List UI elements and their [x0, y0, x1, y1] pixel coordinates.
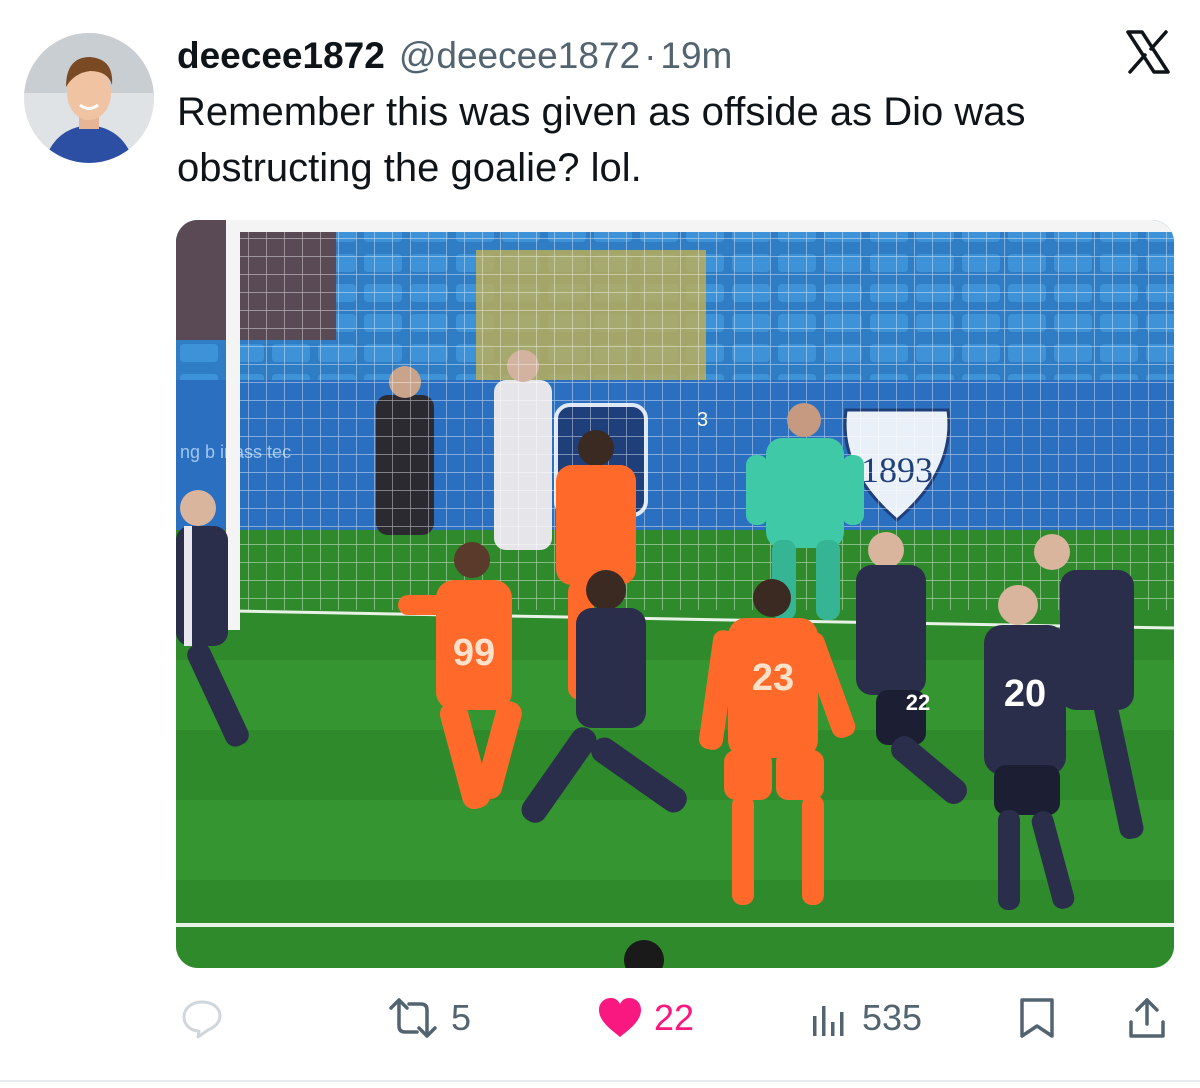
football-match-photo: ng b inass tec 1893 3: [176, 220, 1174, 968]
repost-icon: [389, 998, 437, 1038]
tweet-media-image[interactable]: ng b inass tec 1893 3: [176, 220, 1174, 968]
reply-button[interactable]: [180, 988, 224, 1048]
heart-icon: [599, 998, 641, 1037]
repost-button[interactable]: 5: [385, 988, 471, 1048]
tweet-header: deecee1872 @deecee1872 · 19m: [177, 28, 732, 84]
share-icon: [1129, 998, 1165, 1038]
reply-icon: [182, 1000, 222, 1039]
like-count: 22: [654, 997, 695, 1038]
timestamp[interactable]: 19m: [660, 35, 732, 77]
divider: [0, 1080, 1200, 1082]
views-count: 535: [862, 997, 923, 1038]
bookmark-icon: [1020, 998, 1054, 1038]
tweet-card: deecee1872 @deecee1872 · 19m Remember th…: [0, 0, 1200, 1088]
jersey-99: 99: [453, 632, 495, 674]
jersey-23: 23: [752, 657, 794, 699]
views-button[interactable]: 535: [808, 988, 922, 1048]
jersey-20: 20: [1004, 673, 1046, 715]
handle[interactable]: @deecee1872: [399, 35, 640, 77]
separator-dot: ·: [644, 35, 657, 76]
avatar-image: [24, 33, 154, 163]
share-button[interactable]: [1125, 988, 1169, 1048]
tweet-actions: 5 22 535: [0, 988, 1200, 1048]
repost-count: 5: [451, 997, 472, 1038]
jersey-22: 22: [906, 690, 930, 715]
like-button[interactable]: 22: [596, 988, 694, 1048]
tweet-text: Remember this was given as offside as Di…: [177, 90, 1026, 190]
bookmark-button[interactable]: [1015, 988, 1059, 1048]
x-logo-icon[interactable]: [1124, 28, 1172, 76]
avatar[interactable]: [24, 33, 154, 163]
display-name[interactable]: deecee1872: [177, 35, 385, 77]
views-icon: [813, 1006, 844, 1036]
